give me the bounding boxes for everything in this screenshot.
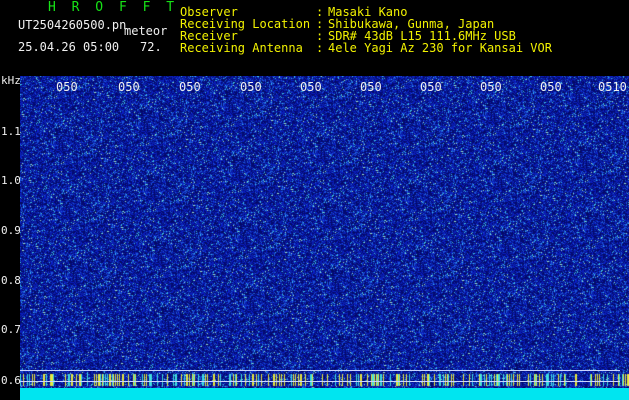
waterfall-plot — [20, 76, 629, 400]
antenna-separator: : — [316, 41, 324, 55]
brand-title: H R O F F T — [48, 0, 179, 15]
y-tick-label: 0.9 — [1, 224, 21, 237]
y-tick-label: 0.7 — [1, 323, 21, 336]
y-tick-label: 0.8 — [1, 274, 21, 287]
y-unit-label: kHz — [1, 74, 21, 87]
x-tick-label: 050 — [118, 80, 140, 94]
y-tick-label: 0.6 — [1, 374, 21, 387]
filename-label: UT2504260500.pn — [18, 18, 127, 32]
antenna-label: Receiving Antenna — [180, 41, 303, 55]
noise-band — [20, 388, 629, 400]
count-label: 72. — [140, 40, 162, 54]
y-tick-label: 1.1 — [1, 125, 21, 138]
timestamp-label: 25.04.26 05:00 — [18, 40, 120, 54]
waterfall-noise-canvas — [20, 76, 629, 400]
x-tick-label: 050 — [420, 80, 442, 94]
x-tick-label: 050 — [240, 80, 262, 94]
x-tick-label: 050 — [540, 80, 562, 94]
x-tick-label: 050 — [300, 80, 322, 94]
y-tick-label: 1.0 — [1, 174, 21, 187]
x-tick-label: 0510 — [598, 80, 627, 94]
frequency-marker-line — [20, 370, 620, 371]
header-panel: H R O F F T UT2504260500.pn meteor 25.04… — [0, 0, 629, 76]
x-tick-label: 050 — [179, 80, 201, 94]
x-tick-label: 050 — [56, 80, 78, 94]
frequency-marker-line — [20, 381, 620, 382]
antenna-value: 4ele Yagi Az 230 for Kansai VOR — [328, 41, 552, 55]
x-tick-label: 050 — [480, 80, 502, 94]
x-tick-label: 050 — [360, 80, 382, 94]
kind-label: meteor — [124, 24, 168, 38]
